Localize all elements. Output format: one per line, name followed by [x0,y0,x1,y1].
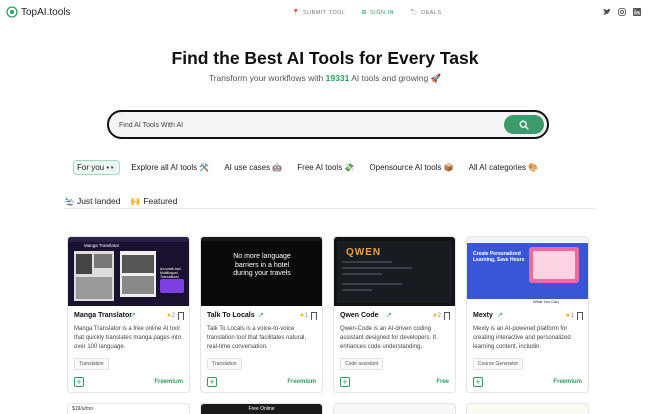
sign-in-link[interactable]: ⊞ SIGN IN [361,9,394,17]
tab-featured[interactable]: 🙌 Featured [130,196,177,207]
card-description: Mexty is an AI-powered platform for crea… [473,326,571,350]
card-description: Talk To Locals is a voice-to-voice trans… [207,326,307,350]
rating-value: 2 [437,313,441,319]
category-tag[interactable]: Translation [207,358,242,370]
top-nav: 📍 SUBMIT TOOL ⊞ SIGN IN 🏷 DEALS [292,9,442,17]
thumb-title: Manga Translator [84,243,120,248]
rating: ★1 [299,312,308,319]
tab-opensource[interactable]: Opensource AI tools 📦 [365,160,457,175]
rating-value: 1 [570,313,574,319]
tool-card[interactable]: No more language barriers in a hotel dur… [200,236,323,393]
sign-in-label: SIGN IN [370,9,394,16]
hero-subtitle-before: Transform your workflows with [208,73,326,83]
pricing-badge: Freemium [287,379,316,385]
hero-subtitle-after: AI tools and growing 🚀 [349,73,442,83]
category-tag[interactable]: Translation [74,358,109,370]
card-title[interactable]: Qwen Code [340,312,379,319]
card-title[interactable]: Talk To Locals [207,312,255,319]
tool-card-peek[interactable]: $19/u/mo [67,403,190,414]
deals-label: DEALS [421,9,442,16]
tool-card[interactable]: QWEN Qwen Code ↗ ★2 Qwen-Code is an AI-d… [333,236,456,393]
peek-text: $19/u/mo [72,406,93,412]
search-icon [519,120,529,130]
instagram-icon[interactable] [618,8,626,16]
rating: ★2 [166,312,175,319]
brand-name: TopAI.tools [21,6,71,18]
tool-card[interactable]: Create Personalized Learning, Save Hours… [466,236,589,393]
tool-card[interactable]: Manga Translator Accurate and Multilingu… [67,236,190,393]
thumb-subtitle: What You Can [533,299,559,304]
twitter-icon[interactable] [603,8,611,16]
logo-icon [6,6,18,18]
top-bar: TopAI.tools 📍 SUBMIT TOOL ⊞ SIGN IN 🏷 DE… [0,0,650,26]
tool-card-peek[interactable] [466,403,589,414]
search-button[interactable] [504,115,544,134]
category-tag[interactable]: Course Generator [473,358,524,370]
add-icon[interactable]: + [207,377,217,387]
tab-use-cases[interactable]: AI use cases 🤖 [220,160,286,175]
bookmark-icon[interactable] [178,312,184,320]
tool-card-peek[interactable] [333,403,456,414]
social-links [603,8,641,16]
sign-in-icon: ⊞ [361,10,367,16]
card-description: Qwen-Code is an AI-driven coding assista… [340,326,437,350]
pricing-badge: Freemium [154,379,183,385]
tool-card-peek[interactable]: Free Online [200,403,323,414]
brand-logo[interactable]: TopAI.tools [6,6,70,18]
card-description: Manga Translator is a free online AI too… [74,326,182,350]
card-title[interactable]: Manga Translator [74,312,132,319]
peek-text: Free Online [248,406,275,412]
submit-tool-label: SUBMIT TOOL [302,9,346,16]
page-title: Find the Best AI Tools for Every Task [171,48,479,68]
pricing-badge: Free [436,379,449,385]
add-icon[interactable]: + [473,377,483,387]
linkedin-icon[interactable] [633,8,641,16]
add-icon[interactable]: + [74,377,84,387]
search-input[interactable] [119,118,499,132]
rating-value: 2 [171,313,175,319]
rating: ★2 [432,312,441,319]
section-divider [64,208,596,209]
search-bar [107,110,549,139]
thumb-subtitle: Accurate and Multilingual Translations [160,267,181,279]
tag-icon: 🏷 [409,10,419,16]
hero-subtitle: Transform your workflows with 19331 AI t… [0,73,650,84]
submit-tool-link[interactable]: 📍 SUBMIT TOOL [292,9,346,17]
rating-value: 1 [304,313,308,319]
thumb-title: Create Personalized Learning, Save Hours [473,251,525,263]
add-icon[interactable]: + [340,377,350,387]
tab-free-tools[interactable]: Free AI tools 💸 [293,160,358,175]
external-link-icon[interactable]: ↗ [258,311,264,319]
tab-for-you[interactable]: For you 👀 [73,160,121,175]
external-link-icon[interactable]: ↗ [497,311,503,319]
card-title[interactable]: Mexty [473,312,493,319]
external-link-icon[interactable]: ↗ [386,311,392,319]
tab-explore-all[interactable]: Explore all AI tools 🛠️ [127,160,213,175]
listing-tabs: 🛬 Just landed 🙌 Featured [64,196,177,207]
rating: ★1 [565,312,574,319]
category-tag[interactable]: Code assistant [340,358,384,370]
deals-link[interactable]: 🏷 DEALS [409,9,442,17]
bookmark-icon[interactable] [577,312,583,320]
card-thumbnail[interactable] [467,237,588,306]
thumb-logo-text: QWEN [346,247,382,258]
bookmark-icon[interactable] [444,312,450,320]
category-tabs: For you 👀 Explore all AI tools 🛠️ AI use… [73,160,542,175]
tab-just-landed[interactable]: 🛬 Just landed [64,196,120,207]
tool-count: 19331 [325,73,350,83]
tab-all-categories[interactable]: All AI categories 🎨 [465,160,543,175]
thumb-title: No more language barriers in a hotel dur… [233,253,291,277]
external-link-icon[interactable]: ↗ [130,311,136,319]
bookmark-icon[interactable] [311,312,317,320]
pin-icon: 📍 [292,10,300,16]
pricing-badge: Freemium [553,379,582,385]
